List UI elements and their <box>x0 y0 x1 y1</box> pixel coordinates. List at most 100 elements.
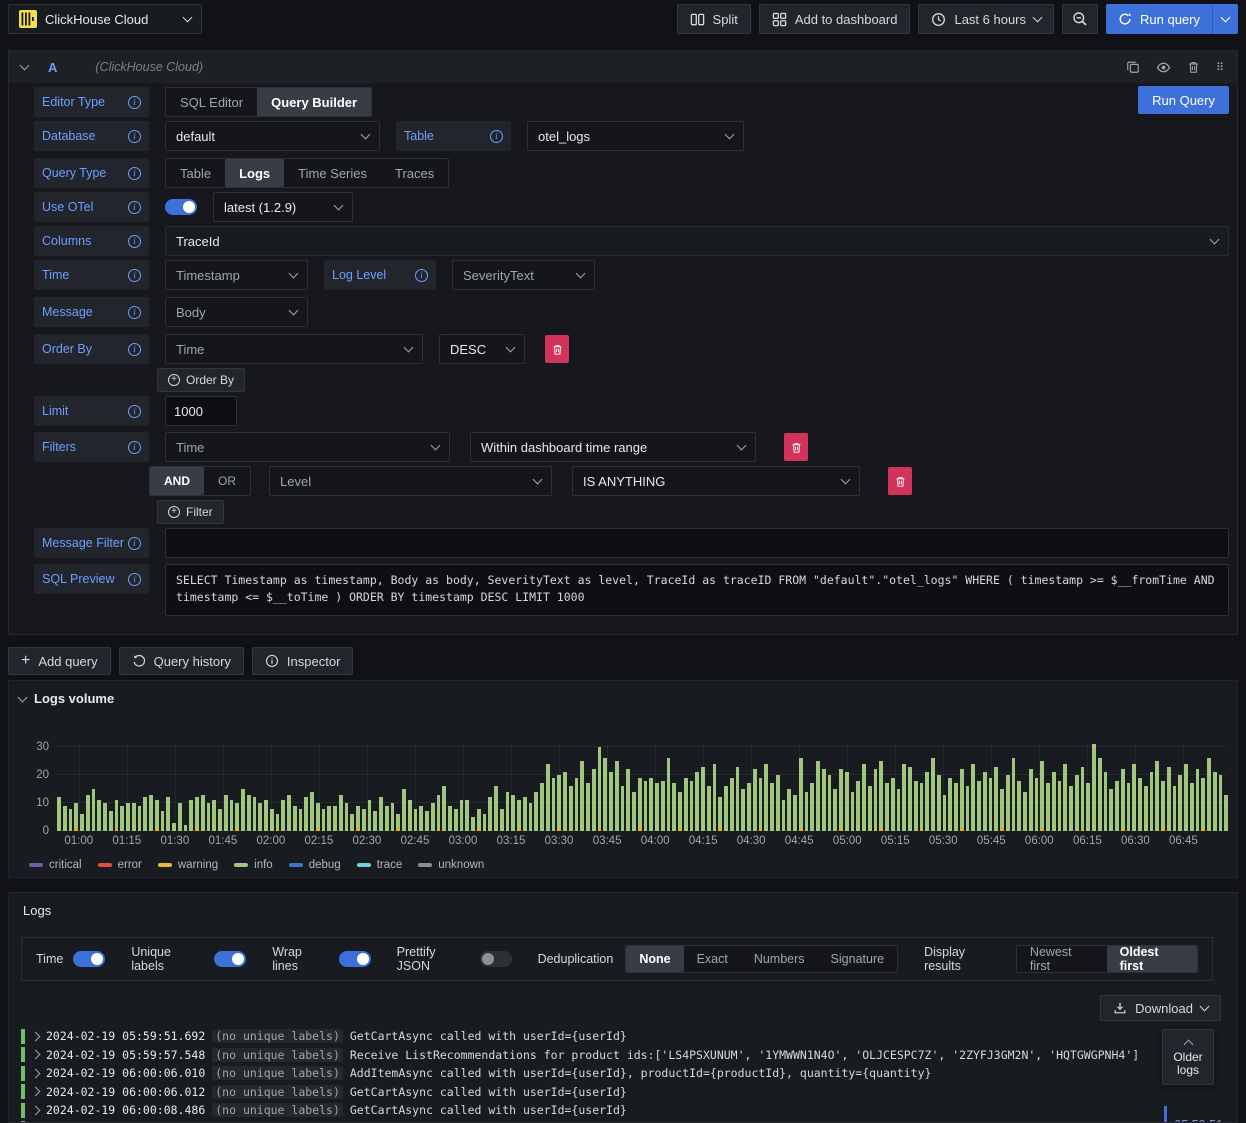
chart-bar[interactable] <box>775 775 780 831</box>
chart-bar[interactable] <box>298 808 303 831</box>
chart-bar[interactable] <box>752 769 757 831</box>
collapse-chevron-icon[interactable] <box>19 60 30 71</box>
chart-bar[interactable] <box>1155 761 1159 831</box>
chart-bar[interactable] <box>453 808 458 831</box>
chart-bar[interactable] <box>85 794 90 831</box>
chart-bar[interactable] <box>229 800 234 831</box>
chart-bar[interactable] <box>701 766 705 831</box>
chart-bar[interactable] <box>264 800 268 831</box>
filter-sub-field-select[interactable]: Level <box>269 466 552 496</box>
chart-bar[interactable] <box>511 794 515 831</box>
chart-bar[interactable] <box>718 797 722 831</box>
chart-bar[interactable] <box>281 800 285 831</box>
chart-bar[interactable] <box>626 769 630 831</box>
chart-bar[interactable] <box>735 766 740 831</box>
message-filter-input[interactable] <box>165 528 1229 558</box>
chart-bar[interactable] <box>287 794 291 831</box>
chart-bar[interactable] <box>350 814 354 831</box>
chart-bar[interactable] <box>258 803 262 831</box>
chart-bar[interactable] <box>522 797 527 831</box>
chart-bar[interactable] <box>1224 794 1228 831</box>
info-icon[interactable]: i <box>490 129 503 143</box>
chart-bar[interactable] <box>206 803 211 831</box>
chart-bar[interactable] <box>781 800 786 831</box>
chart-bar[interactable] <box>1120 769 1125 831</box>
info-icon[interactable]: i <box>415 268 428 282</box>
chart-bar[interactable] <box>482 814 487 831</box>
chart-bar[interactable] <box>844 772 849 831</box>
info-icon[interactable]: i <box>128 440 141 454</box>
chart-bar[interactable] <box>770 783 774 831</box>
chart-bar[interactable] <box>896 789 901 831</box>
chart-bar[interactable] <box>413 808 418 831</box>
chart-bar[interactable] <box>821 769 826 831</box>
chart-bar[interactable] <box>712 763 717 831</box>
otel-version-select[interactable]: latest (1.2.9) <box>213 192 353 222</box>
chart-bar[interactable] <box>1028 769 1033 831</box>
chart-bar[interactable] <box>315 803 320 831</box>
chart-bar[interactable] <box>637 777 642 831</box>
info-icon[interactable]: i <box>128 129 141 143</box>
chart-bar[interactable] <box>954 783 958 831</box>
chart-bar[interactable] <box>367 800 372 831</box>
chart-bar[interactable] <box>885 783 889 831</box>
chart-bar[interactable] <box>1115 780 1119 831</box>
chart-bar[interactable] <box>471 817 475 831</box>
chart-bar[interactable] <box>839 769 843 831</box>
chart-bar[interactable] <box>390 803 395 831</box>
expand-log-chevron-icon[interactable] <box>30 1105 41 1116</box>
chart-bar[interactable] <box>103 803 107 831</box>
expand-log-chevron-icon[interactable] <box>30 1086 41 1097</box>
chart-bar[interactable] <box>1166 766 1171 831</box>
chart-bar[interactable] <box>977 780 981 831</box>
order-by-direction-select[interactable]: DESC <box>439 334 525 364</box>
chart-bar[interactable] <box>252 797 257 831</box>
option-time-series[interactable]: Time Series <box>284 159 381 187</box>
chart-bar[interactable] <box>465 800 469 831</box>
chart-bar[interactable] <box>1143 786 1148 831</box>
delete-query-trash-icon[interactable] <box>1187 60 1200 75</box>
log-row[interactable]: 2024-02-19 05:59:57.548 (no unique labels… <box>21 1046 1225 1065</box>
chart-bar[interactable] <box>603 758 607 831</box>
chart-bar[interactable] <box>246 794 251 831</box>
chart-bar[interactable] <box>304 797 308 831</box>
chart-bar[interactable] <box>373 811 377 831</box>
run-query-main[interactable]: Run query <box>1106 4 1212 34</box>
legend-item-warning[interactable]: warning <box>157 859 218 871</box>
chart-bar[interactable] <box>1161 780 1165 831</box>
download-button[interactable]: Download <box>1100 995 1221 1021</box>
chart-bar[interactable] <box>57 797 61 831</box>
chart-bar[interactable] <box>292 805 297 831</box>
chart-bar[interactable] <box>430 803 435 831</box>
info-icon[interactable]: i <box>128 305 141 319</box>
chart-bar[interactable] <box>218 808 222 831</box>
chart-bar[interactable] <box>436 794 441 831</box>
log-row[interactable]: 2024-02-19 06:00:08.486 (no unique labels… <box>21 1101 1225 1120</box>
chart-bar[interactable] <box>269 808 274 831</box>
add-to-dashboard-button[interactable]: Add to dashboard <box>758 4 911 34</box>
chart-bar[interactable] <box>384 805 389 831</box>
chart-bar[interactable] <box>321 808 326 831</box>
add-filter-button[interactable]: + Filter <box>157 500 224 524</box>
chart-bar[interactable] <box>1063 763 1067 831</box>
chart-bar[interactable] <box>1057 780 1062 831</box>
chart-bar[interactable] <box>195 797 199 831</box>
chart-bar[interactable] <box>827 775 832 831</box>
chart-bar[interactable] <box>407 800 412 831</box>
info-icon[interactable]: i <box>128 342 141 356</box>
option-none[interactable]: None <box>626 946 684 972</box>
chart-bar[interactable] <box>706 786 711 831</box>
chart-bar[interactable] <box>344 803 349 831</box>
time-column-select[interactable]: Timestamp <box>165 260 308 290</box>
chart-bar[interactable] <box>1103 772 1108 831</box>
chart-bar[interactable] <box>1178 775 1182 831</box>
chart-bar[interactable] <box>126 803 130 831</box>
collapse-chevron-icon[interactable] <box>17 692 28 702</box>
chart-bar[interactable] <box>189 800 193 831</box>
chart-bar[interactable] <box>655 783 659 831</box>
chart-bar[interactable] <box>620 786 625 831</box>
order-by-field-select[interactable]: Time <box>165 334 423 364</box>
chart-bar[interactable] <box>1040 761 1044 831</box>
info-icon[interactable]: i <box>128 200 141 214</box>
chart-bar[interactable] <box>1132 763 1136 831</box>
